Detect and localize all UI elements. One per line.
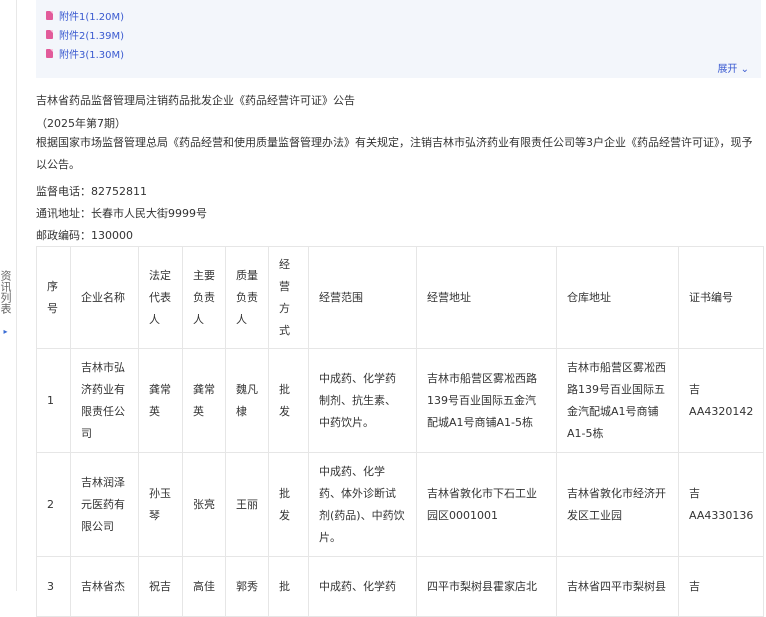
- table-cell-no: 1: [36, 348, 71, 453]
- expand-arrow-icon: ▸: [1, 327, 10, 336]
- table-header: 经营方式: [268, 246, 309, 349]
- table-cell-cert: 吉AA4330136: [677, 452, 765, 557]
- attachment-link-3[interactable]: 附件3(1.30M): [46, 46, 124, 61]
- table-cell-address: 吉林省敦化市下石工业园区0001001: [416, 452, 557, 557]
- table-cell-scope: 中成药、化学药制剂、抗生素、中药饮片。: [308, 348, 417, 453]
- table-cell-no: 3: [36, 556, 71, 617]
- table-header: 法定代表人: [138, 246, 183, 349]
- notice-title: 吉林省药品监督管理局注销药品批发企业《药品经营许可证》公告: [36, 94, 355, 107]
- notice-body: 根据国家市场监督管理总局《药品经营和使用质量监督管理办法》有关规定，注销吉林市弘…: [36, 136, 753, 171]
- table-header: 仓库地址: [556, 246, 679, 349]
- table-row: 1 吉林市弘济药业有限责任公司 龚常英 龚常英 魏凡棣 批发 中成药、化学药制剂…: [36, 348, 765, 453]
- table-cell-principal: 龚常英: [182, 348, 226, 453]
- table-header: 证书编号: [677, 246, 765, 349]
- table-cell-principal: 张亮: [182, 452, 226, 557]
- table-cell-company: 吉林润泽元医药有限公司: [70, 452, 139, 557]
- table-header: 经营地址: [416, 246, 557, 349]
- table-cell-scope: 中成药、化学药、体外诊断试剂(药品)、中药饮片。: [308, 452, 417, 557]
- table-cell-cert: 吉AA4320142: [677, 348, 765, 453]
- table-cell-company: 吉林市弘济药业有限责任公司: [70, 348, 139, 453]
- table-cell-address: 四平市梨树县霍家店北: [416, 556, 557, 617]
- table-cell-quality: 郭秀: [225, 556, 269, 617]
- table-header: 经营范围: [308, 246, 417, 349]
- table-cell-quality: 魏凡棣: [225, 348, 269, 453]
- expand-button[interactable]: 展开 ⌄: [717, 60, 749, 75]
- table-cell-legal-rep: 龚常英: [138, 348, 183, 453]
- notice-postcode: 邮政编码：130000: [36, 229, 133, 242]
- table-header: 企业名称: [70, 246, 139, 349]
- table-row: 3 吉林省杰 祝吉 高佳 郭秀 批 中成药、化学药 四平市梨树县霍家店北 吉林省…: [36, 556, 765, 617]
- table-row: 2 吉林润泽元医药有限公司 孙玉琴 张亮 王丽 批发 中成药、化学药、体外诊断试…: [36, 452, 765, 557]
- file-icon: [46, 30, 53, 39]
- attachment-label: 附件1(1.20M): [59, 12, 125, 23]
- table-cell-no: 2: [36, 452, 71, 557]
- file-icon: [46, 49, 53, 58]
- table-header: 序号: [36, 246, 71, 349]
- table-cell-mode: 批发: [268, 452, 309, 557]
- table-header: 主要负责人: [182, 246, 226, 349]
- table-cell-warehouse: 吉林省四平市梨树县: [556, 556, 679, 617]
- table-cell-principal: 高佳: [182, 556, 226, 617]
- table-cell-scope: 中成药、化学药: [308, 556, 417, 617]
- left-divider: [16, 0, 17, 591]
- table-cell-address: 吉林市船营区雾凇西路139号百业国际五金汽配城A1号商铺A1-5栋: [416, 348, 557, 453]
- notice-phone: 监督电话：82752811: [36, 185, 147, 198]
- table-cell-mode: 批: [268, 556, 309, 617]
- table-cell-mode: 批发: [268, 348, 309, 453]
- file-icon: [46, 11, 53, 20]
- table-cell-warehouse: 吉林市船营区雾凇西路139号百业国际五金汽配城A1号商铺A1-5栋: [556, 348, 679, 453]
- news-list-label: 资讯列表: [0, 270, 12, 314]
- table-header-row: 序号 企业名称 法定代表人 主要负责人 质量负责人 经营方式 经营范围 经营地址…: [36, 246, 765, 349]
- attachment-link-1[interactable]: 附件1(1.20M): [46, 8, 124, 23]
- notice-issue: （2025年第7期）: [36, 117, 126, 130]
- table-cell-warehouse: 吉林省敦化市经济开发区工业园: [556, 452, 679, 557]
- attachment-label: 附件3(1.30M): [59, 50, 125, 61]
- attachment-link-2[interactable]: 附件2(1.39M): [46, 27, 124, 42]
- table-cell-legal-rep: 孙玉琴: [138, 452, 183, 557]
- table-cell-quality: 王丽: [225, 452, 269, 557]
- attachment-box: 附件1(1.20M) 附件2(1.39M) 附件3(1.30M) 展开 ⌄: [36, 0, 761, 78]
- notice-address: 通讯地址：长春市人民大街9999号: [36, 207, 207, 220]
- table-cell-company: 吉林省杰: [70, 556, 139, 617]
- table-cell-legal-rep: 祝吉: [138, 556, 183, 617]
- news-list-tab[interactable]: 资讯列表 ▸: [0, 270, 12, 336]
- table-cell-cert: 吉: [677, 556, 765, 617]
- license-table: 序号 企业名称 法定代表人 主要负责人 质量负责人 经营方式 经营范围 经营地址…: [36, 246, 765, 617]
- table-header: 质量负责人: [225, 246, 269, 349]
- attachment-label: 附件2(1.39M): [59, 31, 125, 42]
